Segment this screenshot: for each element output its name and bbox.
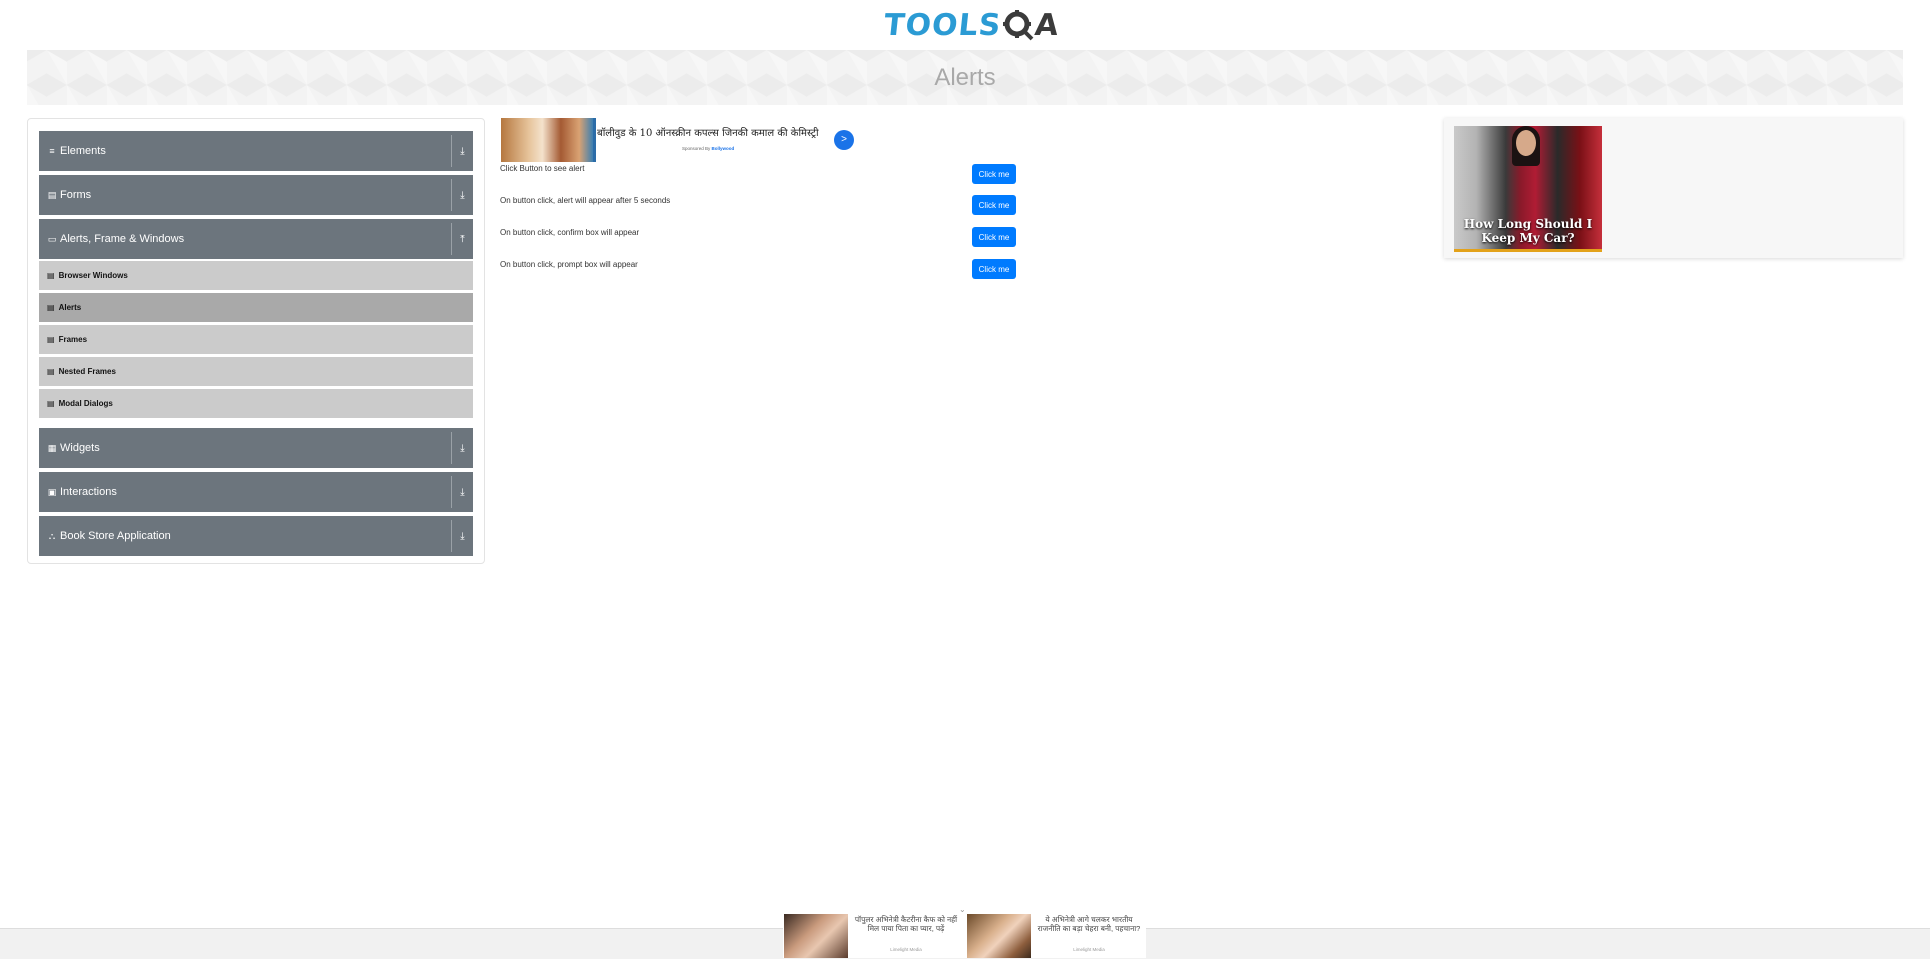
- ad-sponsor: Sponsored By Bollywood: [682, 146, 734, 151]
- prompt-label: On button click, prompt box will appear: [500, 260, 638, 269]
- bottom-ad-2[interactable]: ये अभिनेत्री आगे चलकर भारतीय राजनीति का …: [966, 913, 1146, 958]
- sponsored-prefix: Sponsored By: [682, 146, 711, 151]
- sidebar-item-frames[interactable]: ▤ Frames: [39, 325, 473, 354]
- alert-button[interactable]: Click me: [972, 164, 1016, 184]
- alert-row-timer: On button click, alert will appear after…: [500, 195, 1020, 217]
- alert-row-prompt: On button click, prompt box will appear …: [500, 259, 1020, 281]
- form-icon: ▤: [47, 189, 57, 200]
- sidebar-item-modal-dialogs[interactable]: ▤ Modal Dialogs: [39, 389, 473, 418]
- page-icon: ▤: [47, 335, 55, 344]
- ad-headline[interactable]: ये अभिनेत्री आगे चलकर भारतीय राजनीति का …: [1034, 915, 1144, 933]
- page-icon: ▤: [47, 271, 55, 280]
- ad-photo-face: [1516, 130, 1536, 156]
- window-icon: ▭: [47, 233, 57, 244]
- sponsored-ad[interactable]: बॉलीवुड के 10 ऑनस्क्रीन कपल्स जिनकी कमाल…: [500, 117, 860, 163]
- expand-icon[interactable]: ⤓: [452, 531, 473, 542]
- expand-icon[interactable]: ⤓: [452, 443, 473, 454]
- group-label: Forms: [60, 189, 92, 201]
- logo-text-tools: TOOLS: [882, 7, 1004, 43]
- sidebar-item-nested-frames[interactable]: ▤ Nested Frames: [39, 357, 473, 386]
- group-label: Widgets: [60, 442, 100, 454]
- page-icon: ▤: [47, 303, 55, 312]
- sponsor-name[interactable]: Bollywood: [712, 146, 735, 151]
- group-interactions[interactable]: ▣ Interactions ⤓: [39, 472, 473, 512]
- toolsqa-logo[interactable]: TOOLS A: [882, 7, 1062, 43]
- sidebar-item-label: Modal Dialogs: [58, 399, 113, 408]
- list-icon: ≡: [49, 146, 55, 156]
- widgets-icon: ▦: [47, 442, 57, 453]
- bottom-ad-1[interactable]: पॉपुलर अभिनेत्री कैटरीना कैफ को नहीं मिल…: [783, 913, 963, 958]
- group-alerts-frame-windows[interactable]: ▭ Alerts, Frame & Windows ⤒: [39, 219, 473, 259]
- group-elements[interactable]: ≡ Elements ⤓: [39, 131, 473, 171]
- prompt-button[interactable]: Click me: [972, 259, 1016, 279]
- ad-card[interactable]: How Long Should I Keep My Car?: [1454, 126, 1602, 252]
- expand-icon[interactable]: ⤓: [452, 487, 473, 498]
- ad-headline[interactable]: बॉलीवुड के 10 ऑनस्क्रीन कपल्स जिनकी कमाल…: [597, 125, 819, 139]
- ad-headline[interactable]: पॉपुलर अभिनेत्री कैटरीना कैफ को नहीं मिल…: [851, 915, 961, 933]
- group-book-store-application[interactable]: ⛬ Book Store Application ⤓: [39, 516, 473, 556]
- sidebar-item-browser-windows[interactable]: ▤ Browser Windows: [39, 261, 473, 290]
- sidebar-item-label: Alerts: [58, 303, 82, 312]
- confirm-button[interactable]: Click me: [972, 227, 1016, 247]
- page-banner: Alerts: [27, 50, 1903, 105]
- expand-icon[interactable]: ⤓: [452, 190, 473, 201]
- right-ad-panel: How Long Should I Keep My Car?: [1444, 118, 1903, 258]
- logo-text-a: A: [1033, 7, 1062, 43]
- group-label: Alerts, Frame & Windows: [60, 233, 185, 245]
- ad-thumbnail[interactable]: [501, 118, 596, 162]
- sidebar-item-label: Nested Frames: [58, 367, 116, 376]
- collapse-icon[interactable]: ⤒: [452, 234, 473, 245]
- group-label: Elements: [60, 145, 106, 157]
- sidebar-item-label: Frames: [58, 335, 88, 344]
- ad-thumbnail[interactable]: [784, 914, 848, 958]
- alert-row-confirm: On button click, confirm box will appear…: [500, 227, 1020, 249]
- ad-source: Limelight Media: [1073, 947, 1105, 952]
- ad-thumbnail[interactable]: [967, 914, 1031, 958]
- ad-go-button[interactable]: >: [834, 130, 854, 150]
- expand-icon[interactable]: ⤓: [452, 146, 473, 157]
- sidebar-item-alerts[interactable]: ▤ Alerts: [39, 293, 473, 322]
- group-label: Interactions: [60, 486, 117, 498]
- alert-row-simple: Click Button to see alert Click me: [500, 163, 1020, 185]
- book-store-icon: ⛬: [48, 530, 56, 541]
- page-icon: ▤: [47, 367, 55, 376]
- timer-alert-button[interactable]: Click me: [972, 195, 1016, 215]
- page-icon: ▤: [47, 399, 55, 408]
- alert-label: Click Button to see alert: [500, 164, 585, 173]
- group-label: Book Store Application: [60, 530, 171, 542]
- timer-alert-label: On button click, alert will appear after…: [500, 196, 671, 205]
- confirm-label: On button click, confirm box will appear: [500, 228, 640, 237]
- left-sidebar: ≡ Elements ⤓ ▤ Forms ⤓ ▭ Alerts, Frame &…: [27, 118, 485, 564]
- sidebar-item-label: Browser Windows: [58, 271, 128, 280]
- group-forms[interactable]: ▤ Forms ⤓: [39, 175, 473, 215]
- interactions-icon: ▣: [47, 486, 57, 497]
- gear-magnifier-icon: [1003, 10, 1034, 41]
- group-widgets[interactable]: ▦ Widgets ⤓: [39, 428, 473, 468]
- ad-source: Limelight Media: [890, 947, 922, 952]
- page-title: Alerts: [934, 64, 996, 91]
- ad-caption[interactable]: How Long Should I Keep My Car?: [1454, 217, 1602, 245]
- bottom-ads: ⌄ पॉपुलर अभिनेत्री कैटरीना कैफ को नहीं म…: [783, 905, 1146, 958]
